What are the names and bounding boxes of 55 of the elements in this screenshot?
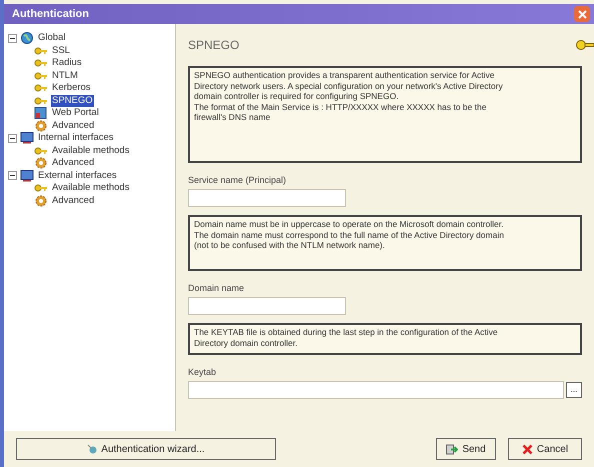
info-text: SPNEGO authentication provides a transparent authentication service for Active Directory network users. A special configuration on your network's Active Directory domain controller is required for configuring SPNEGO. The format of the Main Service is : HTTP/XXXXX where XXXXX has to be the firewall's DNS name — [188, 66, 582, 163]
tree-item[interactable]: SSL — [51, 44, 71, 57]
field-label: Domain name — [188, 283, 246, 294]
send-button[interactable]: Send — [436, 438, 496, 460]
send-icon — [446, 444, 458, 454]
tree-item[interactable]: Kerberos — [51, 82, 92, 94]
gear-icon — [34, 194, 48, 207]
input-field[interactable] — [188, 297, 346, 315]
tree-item[interactable]: Available methods — [51, 144, 130, 157]
field-label: Service name (Principal) — [188, 175, 288, 186]
cancel-icon — [522, 444, 533, 454]
collapse-toggle[interactable] — [8, 34, 17, 43]
wand-icon — [87, 444, 98, 454]
minus-icon — [10, 136, 15, 141]
field-label: Keytab — [188, 367, 218, 378]
tree-item[interactable]: SPNEGO — [51, 94, 94, 107]
tree-item[interactable]: Web Portal — [51, 107, 100, 120]
key-icon — [34, 44, 48, 57]
close-button[interactable] — [574, 6, 590, 22]
key-icon — [34, 182, 48, 194]
wizard-button[interactable]: Authentication wizard... — [16, 438, 276, 460]
key-icon — [34, 70, 48, 82]
collapse-toggle[interactable] — [8, 171, 17, 180]
tree-item[interactable]: External interfaces — [37, 170, 118, 182]
monitor-icon — [20, 170, 34, 182]
monitor-icon — [20, 132, 34, 144]
gear-icon — [34, 120, 48, 132]
tree-item[interactable]: NTLM — [51, 70, 79, 82]
key-icon — [34, 144, 48, 157]
tree-item[interactable]: Advanced — [51, 120, 96, 132]
info-text: The KEYTAB file is obtained during the last step in the configuration of the Active Directory domain controller. — [188, 323, 582, 355]
collapse-toggle[interactable] — [8, 134, 17, 143]
tree-item[interactable]: Advanced — [51, 157, 96, 170]
window-icon — [34, 107, 48, 120]
globe-icon — [20, 32, 34, 44]
key-icon — [576, 39, 594, 51]
tree-item[interactable]: Radius — [51, 57, 83, 70]
key-icon — [34, 82, 48, 94]
cancel-button[interactable]: Cancel — [508, 438, 582, 460]
minus-icon — [10, 173, 15, 178]
window-title: Authentication — [12, 6, 89, 22]
tree-item[interactable]: Global — [37, 32, 66, 44]
browse-button[interactable]: ... — [566, 382, 582, 398]
input-field[interactable] — [188, 189, 346, 207]
info-text: Domain name must be in uppercase to operate on the Microsoft domain controller. The domain name must correspond to the full name of the Active Directory domain (not to be confused with the NTLM network name). — [188, 215, 582, 271]
minus-icon — [10, 36, 15, 41]
close-icon — [578, 10, 586, 18]
panel-title: SPNEGO — [188, 37, 240, 54]
tree-item[interactable]: Internal interfaces — [37, 132, 115, 144]
key-icon — [34, 57, 48, 70]
tree-item[interactable]: Available methods — [51, 182, 130, 194]
tree-item[interactable]: Advanced — [51, 194, 96, 207]
key-icon — [34, 94, 48, 107]
gear-icon — [34, 157, 48, 170]
input-field[interactable] — [188, 381, 564, 399]
